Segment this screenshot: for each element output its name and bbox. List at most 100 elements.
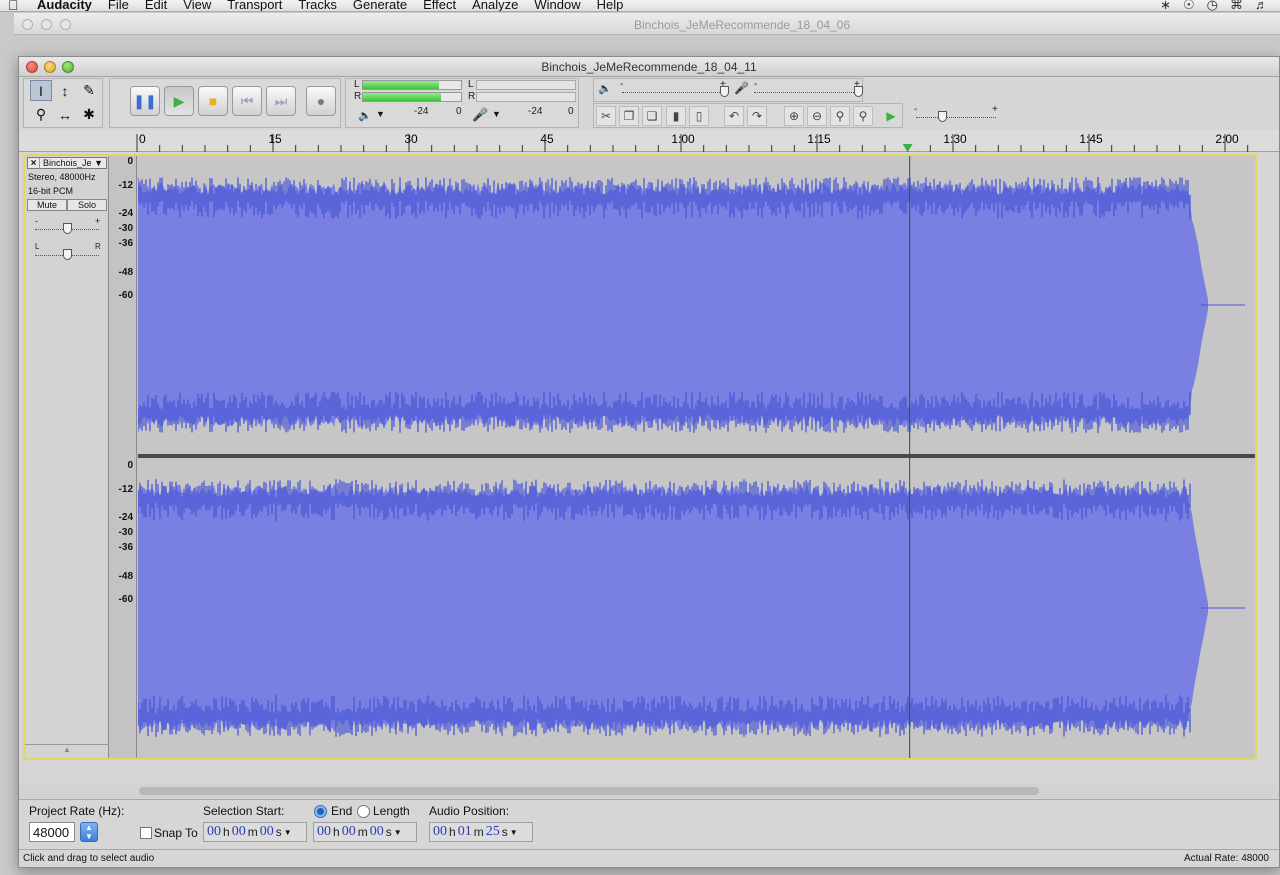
title-bar: Binchois_JeMeRecommende_18_04_11 [19, 57, 1279, 77]
db-scale-label: 0 [127, 156, 133, 167]
record-button[interactable]: ● [306, 86, 336, 116]
stop-button[interactable]: ■ [198, 86, 228, 116]
input-volume-thumb[interactable] [854, 86, 863, 97]
bg-minimize-button[interactable] [41, 19, 52, 30]
track-name-label: Binchois_Je [43, 158, 92, 168]
apple-menu-icon[interactable]:  [8, 0, 19, 11]
menu-tracks[interactable]: Tracks [298, 0, 337, 11]
play-speed-slider[interactable] [916, 117, 996, 118]
skip-to-start-button[interactable]: ⏮ [232, 86, 262, 116]
project-rate-stepper[interactable]: ▲ ▼ [80, 822, 98, 842]
position-format-dropdown-icon[interactable]: ▼ [510, 828, 518, 837]
play-speed-thumb[interactable] [938, 111, 947, 122]
menu-view[interactable]: View [183, 0, 211, 11]
speaker-icon[interactable]: 🔈 [358, 109, 372, 122]
ruler-tick-label: 1:00 [671, 132, 695, 146]
menu-analyze[interactable]: Analyze [472, 0, 518, 11]
time-shift-tool-icon[interactable]: ↔ [54, 104, 76, 125]
fit-project-icon[interactable]: ⚲ [853, 106, 873, 126]
selection-start-field[interactable]: 00 h 00 m 00 s ▼ [203, 822, 307, 842]
solo-button[interactable]: Solo [67, 199, 107, 211]
menu-transport[interactable]: Transport [227, 0, 282, 11]
track-collapse-icon[interactable]: ▲ [25, 744, 109, 758]
accessibility-icon[interactable]: ☉ [1183, 0, 1195, 11]
project-rate-input[interactable]: 48000 [29, 822, 75, 842]
input-volume-slider[interactable] [754, 92, 858, 93]
horizontal-scrollbar[interactable] [19, 784, 1279, 798]
record-meter-dropdown-icon[interactable]: ▼ [492, 109, 501, 119]
menu-audacity[interactable]: Audacity [37, 0, 92, 11]
mute-button[interactable]: Mute [27, 199, 67, 211]
timeline-ruler[interactable]: 0 15 30 45 1:00 1:15 1:30 1:45 2:00 [19, 130, 1279, 152]
ruler-tick-label: 1:45 [1079, 132, 1103, 146]
db-scale-label: -12 [118, 484, 133, 495]
time-machine-icon[interactable]: ◷ [1207, 0, 1218, 11]
gain-slider-thumb[interactable] [63, 223, 72, 234]
track-bit-depth: 16-bit PCM [28, 186, 74, 196]
play-meter-scale-0: 0 [456, 106, 462, 117]
track-area: × Binchois_Je ▼ Stereo, 48000Hz 16-bit P… [23, 154, 1257, 760]
pause-button[interactable]: ❚❚ [130, 86, 160, 116]
draw-tool-icon[interactable]: ✎ [78, 80, 100, 101]
db-scale-label: 0 [127, 460, 133, 471]
redo-icon[interactable]: ↷ [747, 106, 767, 126]
play-meter-r-label: R [354, 91, 362, 102]
selection-end-field[interactable]: 00 h 00 m 00 s ▼ [313, 822, 417, 842]
end-format-dropdown-icon[interactable]: ▼ [394, 828, 402, 837]
bg-close-button[interactable] [22, 19, 33, 30]
zoom-tool-icon[interactable]: ⚲ [30, 104, 52, 125]
output-volume-thumb[interactable] [720, 86, 729, 97]
start-format-dropdown-icon[interactable]: ▼ [284, 828, 292, 837]
trim-icon[interactable]: ▮ [666, 106, 686, 126]
track-control-panel: × Binchois_Je ▼ Stereo, 48000Hz 16-bit P… [25, 156, 109, 758]
fit-selection-icon[interactable]: ⚲ [830, 106, 850, 126]
end-hours: 00 [317, 824, 331, 839]
zoom-out-icon[interactable]: ⊖ [807, 106, 827, 126]
bg-zoom-button[interactable] [60, 19, 71, 30]
paste-icon[interactable]: ❏ [642, 106, 662, 126]
silence-icon[interactable]: ▯ [689, 106, 709, 126]
rec-meter-r-label: R [468, 91, 476, 102]
channel-separator [138, 454, 1255, 458]
menu-window[interactable]: Window [534, 0, 580, 11]
menu-effect[interactable]: Effect [423, 0, 456, 11]
end-radio[interactable] [314, 805, 327, 818]
play-meter-left-fill [363, 81, 439, 89]
menu-help[interactable]: Help [597, 0, 624, 11]
play-meter-dropdown-icon[interactable]: ▼ [376, 109, 385, 119]
project-rate-label: Project Rate (Hz): [29, 804, 125, 818]
menu-file[interactable]: File [108, 0, 129, 11]
undo-icon[interactable]: ↶ [724, 106, 744, 126]
pan-slider-thumb[interactable] [63, 249, 72, 260]
selection-tool-icon[interactable]: I [30, 80, 52, 101]
playhead-marker-icon[interactable] [902, 144, 913, 152]
track-close-icon[interactable]: × [28, 157, 40, 169]
audio-position-field[interactable]: 00 h 01 m 25 s ▼ [429, 822, 533, 842]
track-menu-dropdown-icon[interactable]: ▼ [94, 158, 106, 168]
volume-icon[interactable]: ♬ [1255, 0, 1268, 11]
play-button[interactable]: ▶ [164, 86, 194, 116]
scrollbar-thumb[interactable] [139, 787, 1039, 795]
length-radio[interactable] [357, 805, 370, 818]
snap-to-checkbox[interactable] [140, 827, 152, 839]
menu-generate[interactable]: Generate [353, 0, 407, 11]
tools-toolbar: I ↕ ✎ ⚲ ↔ ✱ [23, 78, 103, 128]
cut-icon[interactable]: ✂ [596, 106, 616, 126]
copy-icon[interactable]: ❐ [619, 106, 639, 126]
end-seconds: 00 [369, 824, 384, 839]
waveform-view[interactable] [138, 156, 1255, 758]
output-volume-slider[interactable] [622, 92, 726, 93]
envelope-tool-icon[interactable]: ↕ [54, 80, 76, 101]
background-window: Binchois_JeMeRecommende_18_04_06 [14, 13, 1280, 35]
multi-tool-icon[interactable]: ✱ [78, 104, 100, 125]
bluetooth-icon[interactable]: ∗ [1160, 0, 1171, 11]
play-at-speed-icon[interactable]: ▶ [881, 106, 901, 126]
vertical-db-scale: 0 -12 -24 -30 -36 -48 -60 0 -12 -24 -30 -36 -48 -60 [110, 156, 137, 758]
track-name-menu[interactable]: × Binchois_Je ▼ [27, 157, 107, 169]
zoom-in-icon[interactable]: ⊕ [784, 106, 804, 126]
menu-edit[interactable]: Edit [145, 0, 167, 11]
audio-position-label: Audio Position: [429, 804, 510, 818]
wifi-icon[interactable]: ⌘ [1230, 0, 1243, 11]
microphone-icon[interactable]: 🎤 [472, 107, 488, 123]
skip-to-end-button[interactable]: ⏭ [266, 86, 296, 116]
